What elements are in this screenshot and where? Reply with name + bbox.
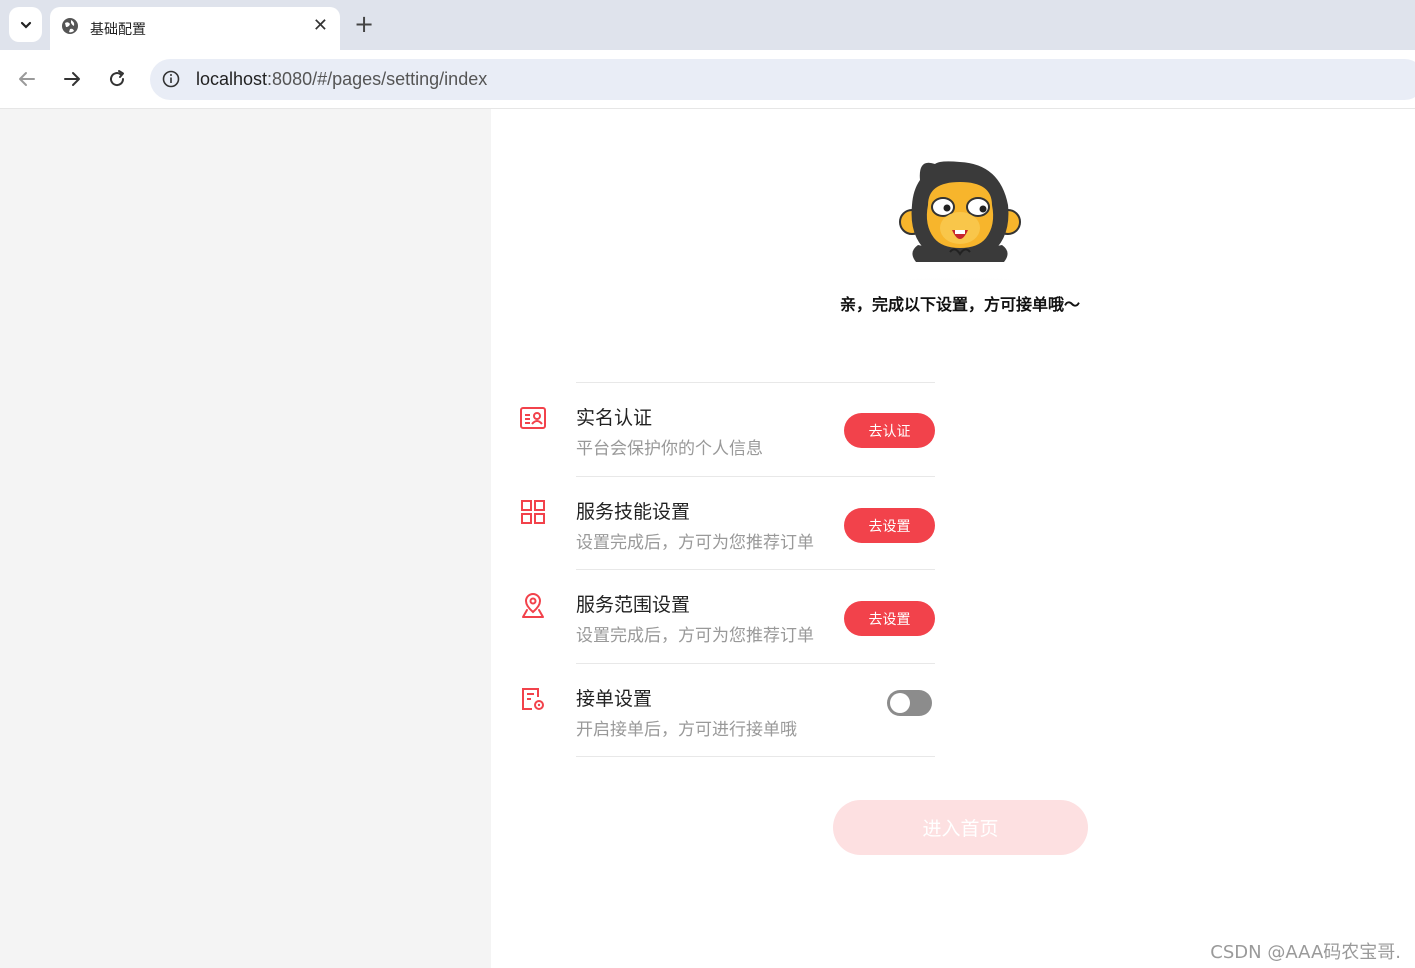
monkey-mascot-illustration [800, 161, 1120, 280]
row-subtitle: 设置完成后，方可为您推荐订单 [576, 626, 814, 646]
url-text: localhost:8080/#/pages/setting/index [196, 69, 487, 90]
enter-home-button[interactable]: 进入首页 [833, 800, 1088, 855]
browser-toolbar: localhost:8080/#/pages/setting/index [0, 50, 1415, 109]
close-tab-icon[interactable]: ✕ [313, 15, 328, 36]
setting-row-service-area: 服务范围设置 设置完成后，方可为您推荐订单 去设置 [510, 569, 935, 662]
row-subtitle: 设置完成后，方可为您推荐订单 [576, 533, 814, 553]
row-title: 接单设置 [576, 688, 653, 710]
tab-title: 基础配置 [90, 22, 146, 38]
verify-button[interactable]: 去认证 [844, 413, 935, 448]
back-button[interactable] [14, 66, 40, 92]
greeting-text: 亲，完成以下设置，方可接单哦～ [839, 295, 1080, 314]
order-taking-toggle[interactable] [887, 690, 932, 716]
chevron-down-icon [20, 21, 31, 29]
tab-strip: 基础配置 ✕ + [0, 0, 1415, 50]
setting-row-service-skills: 服务技能设置 设置完成后，方可为您推荐订单 去设置 [510, 476, 935, 569]
row-divider [576, 476, 935, 477]
url-path: :8080/#/pages/setting/index [267, 69, 488, 89]
row-subtitle: 平台会保护你的个人信息 [576, 439, 763, 459]
set-skills-button[interactable]: 去设置 [844, 508, 935, 543]
globe-icon [62, 18, 78, 34]
set-area-button[interactable]: 去设置 [844, 601, 935, 636]
id-card-icon [520, 407, 546, 429]
row-divider [576, 382, 935, 383]
location-pin-icon [522, 592, 544, 618]
browser-tab[interactable]: 基础配置 ✕ [50, 7, 340, 50]
left-blank-area [0, 109, 491, 968]
reload-button[interactable] [104, 66, 130, 92]
watermark-text: CSDN @AAA码农宝哥. [1210, 942, 1401, 963]
site-info-icon[interactable] [162, 70, 180, 88]
row-divider [576, 663, 935, 664]
new-tab-button[interactable]: + [354, 10, 374, 38]
row-divider [576, 756, 935, 757]
row-title: 实名认证 [576, 407, 653, 429]
setting-row-order-taking: 接单设置 开启接单后，方可进行接单哦 [510, 663, 935, 756]
row-title: 服务范围设置 [576, 594, 691, 616]
toggle-knob [890, 693, 910, 713]
address-bar[interactable]: localhost:8080/#/pages/setting/index [150, 59, 1415, 100]
row-divider [576, 569, 935, 570]
arrow-left-icon [19, 72, 35, 86]
setting-row-real-name: 实名认证 平台会保护你的个人信息 去认证 [510, 382, 935, 475]
grid-icon [521, 500, 545, 524]
arrow-right-icon [64, 72, 80, 86]
reload-icon [110, 70, 125, 87]
document-gear-icon [522, 688, 544, 710]
row-title: 服务技能设置 [576, 501, 691, 523]
tab-search-button[interactable] [9, 7, 42, 42]
row-subtitle: 开启接单后，方可进行接单哦 [576, 720, 797, 740]
url-host: localhost [196, 69, 268, 89]
forward-button[interactable] [59, 66, 85, 92]
